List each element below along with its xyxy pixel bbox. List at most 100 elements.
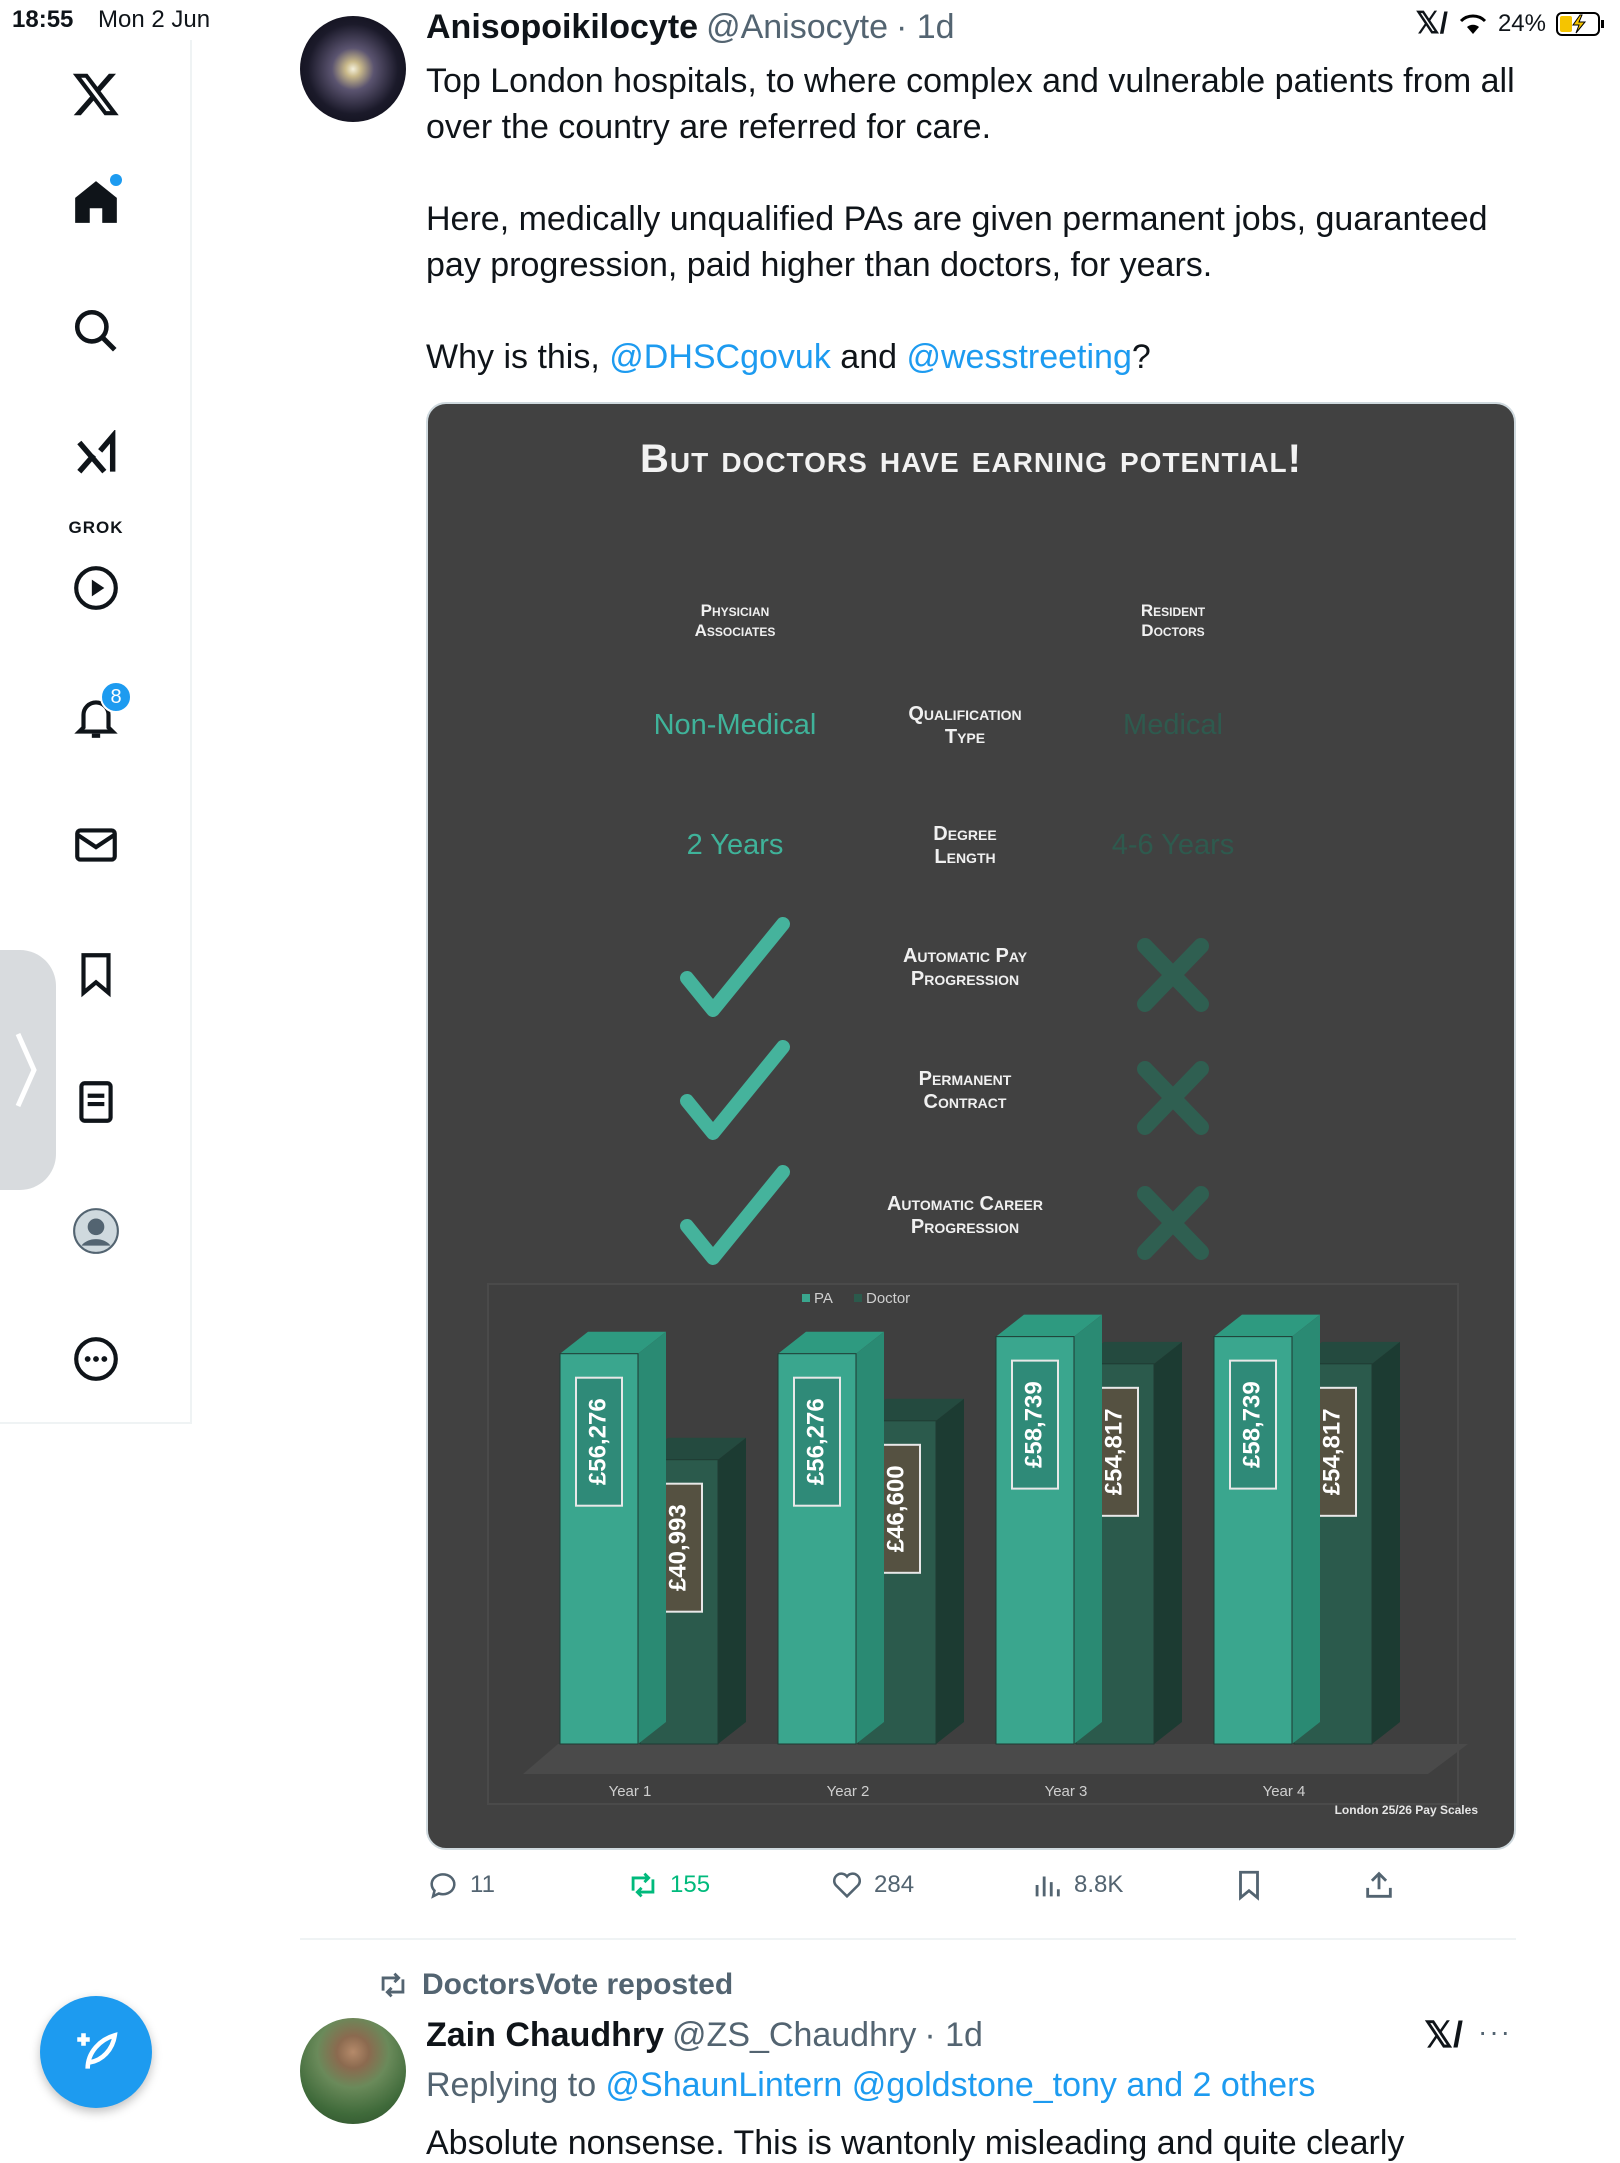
doctor-value: 4-6 Years: [1112, 829, 1235, 861]
battery-percent: 24%: [1497, 9, 1546, 37]
compose-post-button[interactable]: [40, 1996, 152, 2108]
reposter-label: DoctorsVote reposted: [422, 1968, 734, 2001]
row-label: Degree: [933, 823, 996, 845]
video-play-icon[interactable]: [64, 556, 128, 620]
pa-bar-value-label: £56,276: [802, 1398, 829, 1485]
home-unread-dot: [110, 174, 122, 186]
grok-explain-icon[interactable]: 𝕏/: [1424, 2014, 1463, 2056]
grok-label: GROK: [68, 518, 124, 537]
grok-icon[interactable]: 𝕏/: [1415, 6, 1448, 41]
pa-bar-value-label: £56,276: [584, 1398, 611, 1485]
legend-doctor-label: Doctor: [866, 1290, 910, 1307]
row-label: Permanent: [919, 1068, 1012, 1090]
home-icon[interactable]: [64, 170, 128, 234]
repost-icon: [631, 1872, 655, 1898]
replying-to: Replying to @ShaunLintern @goldstone_ton…: [426, 2066, 1315, 2105]
grok-nav-icon[interactable]: [64, 423, 128, 487]
repost-count: 155: [670, 1871, 711, 1898]
check-mark-icon: [680, 1165, 790, 1265]
repost-indicator[interactable]: DoctorsVote reposted: [376, 1968, 733, 2002]
reposted-handle[interactable]: @ZS_Chaudhry: [672, 2016, 916, 2055]
more-options-icon[interactable]: [64, 1327, 128, 1391]
tweet-paragraph-3: Why is this, @DHSCgovuk and @wesstreetin…: [426, 334, 1516, 380]
tweet-media-image[interactable]: But doctors have earning potential! Physi…: [426, 402, 1516, 1850]
share-button[interactable]: [1362, 1868, 1396, 1902]
row-label: Automatic Pay: [903, 945, 1028, 967]
lists-icon[interactable]: [64, 1070, 128, 1134]
bookmark-icon: [1239, 1870, 1259, 1901]
cross-mark-icon: [1137, 1061, 1209, 1135]
replying-to-links[interactable]: @ShaunLintern @goldstone_tony and 2 othe…: [606, 2066, 1316, 2104]
side-panel-handle[interactable]: [0, 950, 56, 1190]
reposted-time[interactable]: · 1d: [924, 2016, 983, 2055]
x-logo-icon[interactable]: [64, 62, 128, 126]
bookmarks-icon[interactable]: [64, 942, 128, 1006]
search-icon[interactable]: [64, 299, 128, 363]
pa-bar-side: [1292, 1314, 1320, 1744]
doctor-bar-side: [718, 1437, 746, 1744]
check-mark-icon: [680, 917, 790, 1017]
cross-mark-icon: [1137, 1186, 1209, 1260]
like-button[interactable]: 284: [830, 1868, 914, 1902]
messages-mail-icon[interactable]: [64, 813, 128, 877]
chevron-right-icon: [15, 1032, 37, 1108]
tweet-text: Top London hospitals, to where complex a…: [426, 58, 1516, 426]
column-header-right: Resident: [1141, 601, 1206, 620]
x-axis-label: Year 2: [827, 1783, 870, 1800]
infographic-title: But doctors have earning potential!: [640, 437, 1302, 481]
author-avatar[interactable]: [300, 16, 406, 122]
tweet-p3-suffix: ?: [1131, 338, 1151, 376]
row-label: Progression: [911, 1216, 1019, 1238]
repost-button[interactable]: 155: [626, 1868, 710, 1902]
tweet-time[interactable]: · 1d: [896, 8, 955, 47]
row-label: Qualification: [908, 703, 1021, 725]
pa-bar-side: [638, 1331, 666, 1744]
bookmark-button[interactable]: [1232, 1868, 1266, 1902]
legend-pa-label: PA: [814, 1290, 833, 1307]
reposted-tweet-header: Zain Chaudhry @ZS_Chaudhry · 1d: [426, 2016, 983, 2055]
heart-icon: [832, 1872, 862, 1899]
status-date: Mon 2 Jun: [98, 6, 211, 33]
views-button[interactable]: 8.8K: [1030, 1868, 1123, 1902]
reposted-display-name[interactable]: Zain Chaudhry: [426, 2016, 664, 2055]
tweet-header: Anisopoikilocyte @Anisocyte · 1d: [426, 8, 955, 47]
legend-pa-swatch: [802, 1294, 810, 1302]
pa-bar-side: [1074, 1314, 1102, 1744]
column-header-left: Associates: [695, 621, 776, 640]
analytics-icon: [1035, 1876, 1060, 1897]
x-axis-label: Year 3: [1045, 1783, 1088, 1800]
battery-charging-icon: [1556, 11, 1604, 36]
pa-bar-side: [856, 1331, 884, 1744]
legend-doctor-swatch: [854, 1294, 862, 1302]
cross-mark-icon: [1137, 938, 1209, 1012]
chart-floor: [523, 1744, 1468, 1774]
mention-link[interactable]: @wesstreeting: [906, 338, 1131, 376]
author-display-name[interactable]: Anisopoikilocyte: [426, 8, 698, 47]
infographic-svg: But doctors have earning potential! Physi…: [487, 437, 1478, 1817]
notifications-bell-icon[interactable]: 8: [64, 681, 132, 749]
reposted-author-avatar[interactable]: [300, 2018, 406, 2124]
profile-avatar-icon[interactable]: [64, 1199, 128, 1263]
doctor-bar-side: [1154, 1341, 1182, 1744]
mention-link[interactable]: @DHSCgovuk: [609, 338, 831, 376]
doctor-bar-value-label: £54,817: [1318, 1408, 1345, 1495]
pa-bar-value-label: £58,739: [1020, 1381, 1047, 1468]
wifi-icon: [1459, 14, 1487, 34]
more-options-icon[interactable]: ···: [1478, 2016, 1512, 2048]
sidebar-nav: GROK 8: [0, 40, 192, 1424]
author-handle[interactable]: @Anisocyte: [706, 8, 888, 47]
status-time: 18:55: [12, 6, 74, 33]
pa-value: 2 Years: [687, 829, 784, 861]
tweet-divider: [300, 1938, 1516, 1940]
pa-bar-value-label: £58,739: [1238, 1381, 1265, 1468]
views-count: 8.8K: [1074, 1871, 1124, 1898]
tweet-paragraph-2: Here, medically unqualified PAs are give…: [426, 200, 1488, 284]
share-icon: [1366, 1871, 1392, 1898]
doctor-value: Medical: [1123, 709, 1223, 741]
tweet-p3-and: and: [830, 338, 907, 376]
row-label: Type: [945, 726, 985, 748]
row-label: Length: [934, 846, 995, 868]
reply-button[interactable]: 11: [426, 1868, 495, 1902]
like-count: 284: [874, 1871, 915, 1898]
tweet-paragraph-1: Top London hospitals, to where complex a…: [426, 62, 1515, 146]
